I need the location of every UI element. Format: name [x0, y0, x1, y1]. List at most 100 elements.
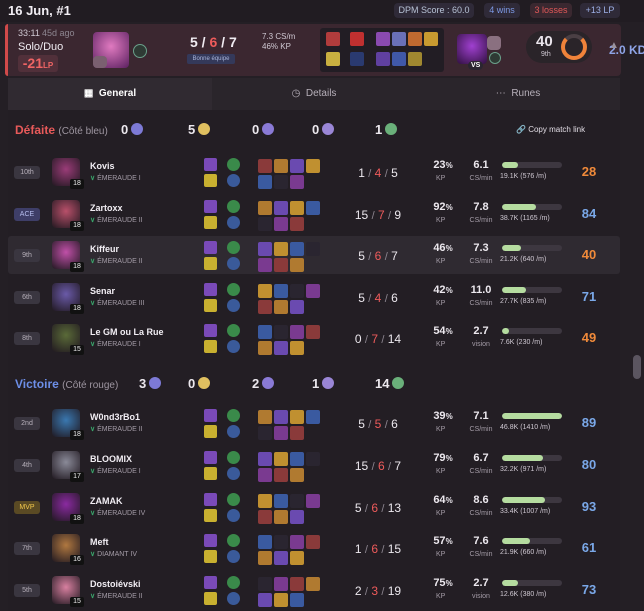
item-icon[interactable] [274, 410, 288, 424]
player-name[interactable]: Le GM ou La Rue [90, 327, 164, 337]
item-icon[interactable] [306, 410, 320, 424]
player-row[interactable]: ACE 18 Zartoxx ∨ ÉMERAUDE II 15 / 7 / 9 … [8, 195, 620, 233]
item-icon[interactable] [306, 535, 320, 549]
item-icon[interactable] [258, 201, 272, 215]
player-row[interactable]: 10th 18 Kovis ∨ ÉMERAUDE I 1 / 4 / 5 23%… [8, 153, 620, 191]
item-icon[interactable] [258, 175, 272, 189]
item-icon[interactable] [274, 201, 288, 215]
item-icon[interactable] [306, 325, 320, 339]
item-icon[interactable] [290, 217, 304, 231]
match-summary[interactable]: 33:11 45d ago Solo/Duo -21LP 5 / 6 / 7 B… [5, 24, 644, 76]
item-icon[interactable] [290, 242, 304, 256]
item-icon[interactable] [306, 159, 320, 173]
chevron-up-icon[interactable]: ▲ [609, 40, 619, 51]
item-icon[interactable] [290, 284, 304, 298]
item-icon[interactable] [258, 258, 272, 272]
item-icon[interactable] [258, 410, 272, 424]
item-icon[interactable] [258, 551, 272, 565]
tab-details[interactable]: ◷ Details [212, 78, 416, 110]
player-row[interactable]: 8th 15 Le GM ou La Rue ∨ ÉMERAUDE I 0 / … [8, 319, 620, 357]
item-icon[interactable] [274, 494, 288, 508]
player-row[interactable]: 9th 18 Kiffeur ∨ ÉMERAUDE II 5 / 6 / 7 4… [8, 236, 620, 274]
player-row[interactable]: 5th 15 Dostoiévski ∨ ÉMERAUDE II 2 / 3 /… [8, 571, 620, 609]
copy-match-link-button[interactable]: 🔗 Copy match link [516, 125, 585, 134]
item-icon[interactable] [274, 426, 288, 440]
item-icon[interactable] [258, 217, 272, 231]
item-icon[interactable] [290, 325, 304, 339]
item-icon[interactable] [274, 300, 288, 314]
player-row[interactable]: 6th 18 Senar ∨ ÉMERAUDE III 5 / 4 / 6 42… [8, 278, 620, 316]
item-icon[interactable] [274, 159, 288, 173]
item-icon[interactable] [274, 593, 288, 607]
item-icon[interactable] [306, 284, 320, 298]
player-name[interactable]: Senar [90, 286, 115, 296]
item-icon[interactable] [258, 510, 272, 524]
item-icon[interactable] [290, 510, 304, 524]
item-icon[interactable] [306, 201, 320, 215]
item-icon[interactable] [290, 494, 304, 508]
player-row[interactable]: 2nd 18 W0nd3rBo1 ∨ ÉMERAUDE II 5 / 5 / 6… [8, 404, 620, 442]
item-icon[interactable] [290, 159, 304, 173]
item-icon[interactable] [274, 468, 288, 482]
item-icon[interactable] [274, 325, 288, 339]
item-icon[interactable] [274, 242, 288, 256]
player-name[interactable]: Zartoxx [90, 203, 123, 213]
item-icon[interactable] [258, 535, 272, 549]
item-icon[interactable] [290, 577, 304, 591]
item-icon[interactable] [306, 577, 320, 591]
item-icon[interactable] [258, 426, 272, 440]
item-icon[interactable] [274, 452, 288, 466]
item-icon[interactable] [290, 593, 304, 607]
item-icon[interactable] [290, 258, 304, 272]
item-icon[interactable] [258, 577, 272, 591]
item-icon[interactable] [258, 341, 272, 355]
item-icon[interactable] [290, 300, 304, 314]
item-icon[interactable] [274, 551, 288, 565]
player-name[interactable]: W0nd3rBo1 [90, 412, 140, 422]
item-icon[interactable] [274, 577, 288, 591]
item-icon[interactable] [274, 341, 288, 355]
item-icon[interactable] [258, 494, 272, 508]
player-name[interactable]: BLOOMIX [90, 454, 132, 464]
scrollbar-thumb[interactable] [633, 355, 641, 379]
player-name[interactable]: ZAMAK [90, 496, 123, 506]
item-icon[interactable] [274, 284, 288, 298]
item-icon[interactable] [290, 452, 304, 466]
item-icon[interactable] [290, 175, 304, 189]
item-icon[interactable] [290, 535, 304, 549]
item-icon[interactable] [290, 341, 304, 355]
player-name[interactable]: Kovis [90, 161, 115, 171]
kills: 5 [358, 417, 365, 431]
player-row[interactable]: MVP 18 ZAMAK ∨ ÉMERAUDE IV 5 / 6 / 13 64… [8, 488, 620, 526]
item-icon[interactable] [258, 300, 272, 314]
item-icon[interactable] [290, 410, 304, 424]
item-icon[interactable] [274, 535, 288, 549]
item-icon[interactable] [274, 258, 288, 272]
item-icon[interactable] [306, 242, 320, 256]
item-icon[interactable] [274, 217, 288, 231]
kill-participation: 46% [433, 242, 453, 254]
item-icon[interactable] [306, 452, 320, 466]
item-icon[interactable] [290, 468, 304, 482]
item-icon[interactable] [290, 426, 304, 440]
item-icon[interactable] [258, 468, 272, 482]
item-icon[interactable] [258, 284, 272, 298]
item-icon[interactable] [290, 201, 304, 215]
rune-icon [227, 451, 240, 464]
item-icon[interactable] [274, 510, 288, 524]
player-row[interactable]: 7th 16 Meft ∨ DIAMANT IV 1 / 6 / 15 57% … [8, 529, 620, 567]
item-icon[interactable] [258, 452, 272, 466]
item-icon[interactable] [274, 175, 288, 189]
tab-general[interactable]: ▦ General [8, 78, 212, 110]
tab-runes[interactable]: ⋯ Runes [416, 78, 620, 110]
item-icon[interactable] [258, 242, 272, 256]
player-name[interactable]: Kiffeur [90, 244, 119, 254]
player-name[interactable]: Meft [90, 537, 109, 547]
item-icon[interactable] [258, 159, 272, 173]
player-name[interactable]: Dostoiévski [90, 579, 141, 589]
player-row[interactable]: 4th 17 BLOOMIX ∨ ÉMERAUDE I 15 / 6 / 7 7… [8, 446, 620, 484]
item-icon[interactable] [306, 494, 320, 508]
item-icon[interactable] [258, 325, 272, 339]
item-icon[interactable] [258, 593, 272, 607]
item-icon[interactable] [290, 551, 304, 565]
